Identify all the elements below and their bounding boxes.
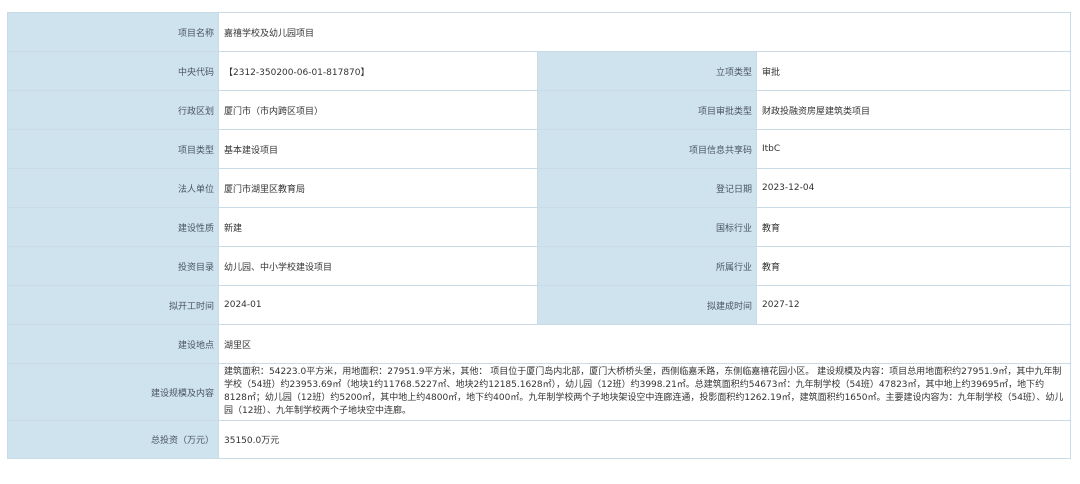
start-time-label: 拟开工时间	[7, 285, 219, 325]
row-project-name: 项目名称 嘉禧学校及幼儿园项目	[7, 12, 1071, 52]
share-code-label: 项目信息共享码	[537, 129, 757, 169]
scale-value: 建筑面积：54223.0平方米，用地面积：27951.9平方米，其他： 项目位于…	[218, 363, 1071, 421]
finish-time-value: 2027-12	[756, 285, 1071, 325]
scale-label: 建设规模及内容	[7, 363, 219, 421]
row-central-code: 中央代码 【2312-350200-06-01-817870】 立项类型 审批	[7, 51, 1071, 91]
share-code-value: ItbC	[756, 129, 1071, 169]
location-value: 湖里区	[218, 324, 1071, 364]
total-invest-label: 总投资（万元）	[7, 420, 219, 459]
location-label: 建设地点	[7, 324, 219, 364]
national-industry-label: 国标行业	[537, 207, 757, 247]
project-info-panel: 项目名称 嘉禧学校及幼儿园项目 中央代码 【2312-350200-06-01-…	[7, 12, 1071, 459]
project-name-value: 嘉禧学校及幼儿园项目	[218, 12, 1071, 52]
industry-label: 所属行业	[537, 246, 757, 286]
industry-value: 教育	[756, 246, 1071, 286]
project-info-table: 项目名称 嘉禧学校及幼儿园项目 中央代码 【2312-350200-06-01-…	[7, 12, 1071, 459]
finish-time-label: 拟建成时间	[537, 285, 757, 325]
start-time-value: 2024-01	[218, 285, 538, 325]
legal-unit-label: 法人单位	[7, 168, 219, 208]
reg-date-label: 登记日期	[537, 168, 757, 208]
invest-catalog-value: 幼儿园、中小学校建设项目	[218, 246, 538, 286]
approval-type-label: 立项类型	[537, 51, 757, 91]
approval-type-value: 审批	[756, 51, 1071, 91]
row-legal-unit: 法人单位 厦门市湖里区教育局 登记日期 2023-12-04	[7, 168, 1071, 208]
row-nature: 建设性质 新建 国标行业 教育	[7, 207, 1071, 247]
project-type-value: 基本建设项目	[218, 129, 538, 169]
row-project-type: 项目类型 基本建设项目 项目信息共享码 ItbC	[7, 129, 1071, 169]
nature-value: 新建	[218, 207, 538, 247]
total-invest-value: 35150.0万元	[218, 420, 1071, 459]
row-total-invest: 总投资（万元） 35150.0万元	[7, 420, 1071, 459]
project-type-label: 项目类型	[7, 129, 219, 169]
central-code-value: 【2312-350200-06-01-817870】	[218, 51, 538, 91]
central-code-label: 中央代码	[7, 51, 219, 91]
row-invest-catalog: 投资目录 幼儿园、中小学校建设项目 所属行业 教育	[7, 246, 1071, 286]
row-scale: 建设规模及内容 建筑面积：54223.0平方米，用地面积：27951.9平方米，…	[7, 363, 1071, 421]
legal-unit-value: 厦门市湖里区教育局	[218, 168, 538, 208]
row-admin-region: 行政区划 厦门市（市内跨区项目） 项目审批类型 财政投融资房屋建筑类项目	[7, 90, 1071, 130]
admin-region-value: 厦门市（市内跨区项目）	[218, 90, 538, 130]
review-type-label: 项目审批类型	[537, 90, 757, 130]
admin-region-label: 行政区划	[7, 90, 219, 130]
nature-label: 建设性质	[7, 207, 219, 247]
invest-catalog-label: 投资目录	[7, 246, 219, 286]
review-type-value: 财政投融资房屋建筑类项目	[756, 90, 1071, 130]
row-schedule: 拟开工时间 2024-01 拟建成时间 2027-12	[7, 285, 1071, 325]
reg-date-value: 2023-12-04	[756, 168, 1071, 208]
project-name-label: 项目名称	[7, 12, 219, 52]
row-location: 建设地点 湖里区	[7, 324, 1071, 364]
national-industry-value: 教育	[756, 207, 1071, 247]
